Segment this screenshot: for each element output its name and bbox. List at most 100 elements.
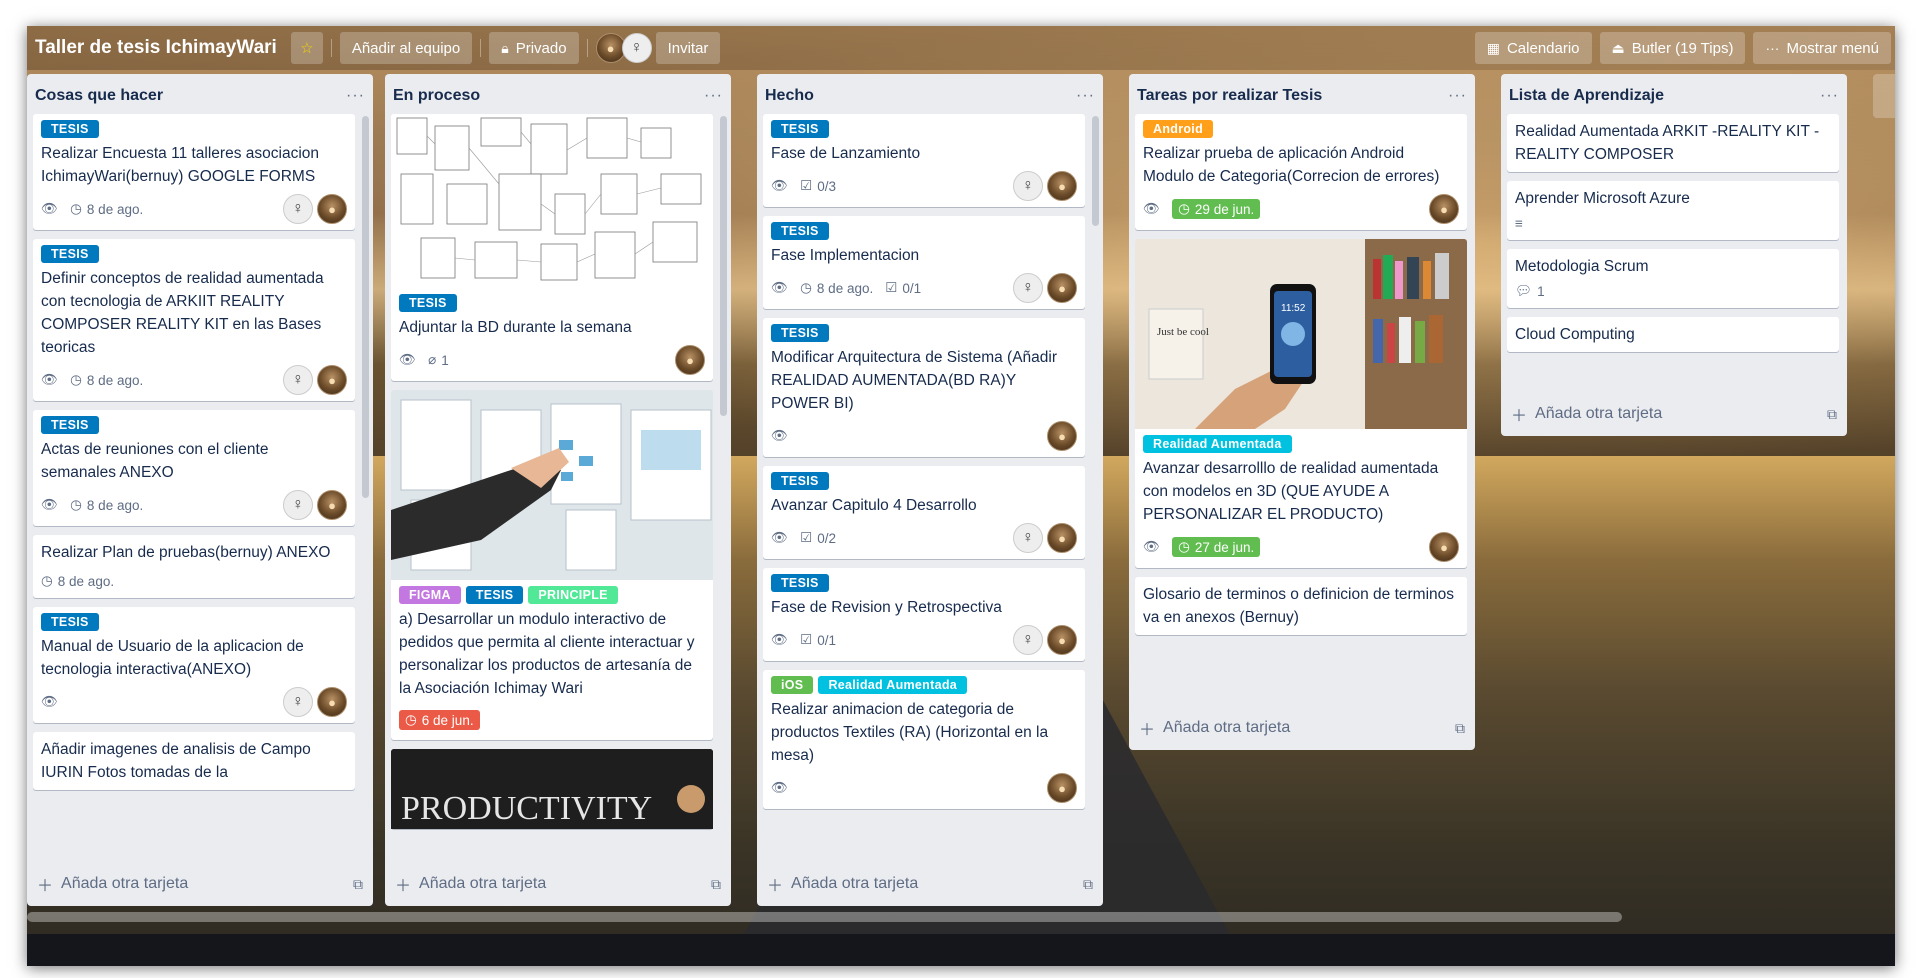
list-menu-icon[interactable]: ··· (1448, 87, 1467, 105)
due-date-text: 29 de jun. (1194, 201, 1255, 217)
card[interactable]: Cloud Computing (1507, 317, 1839, 352)
checkbox-icon: ☑ (885, 280, 898, 295)
list-scrollbar[interactable] (1092, 116, 1099, 226)
butler-button[interactable]: ⏏ Butler (19 Tips) (1599, 32, 1746, 64)
due-date-badge-complete[interactable]: ◷ 29 de jun. (1172, 199, 1261, 219)
avatar[interactable]: ● (1047, 171, 1077, 201)
due-date-badge-overdue[interactable]: ◷ 6 de jun. (399, 710, 480, 730)
card[interactable]: Aprender Microsoft Azure ≡ (1507, 181, 1839, 240)
invite-button[interactable]: Invitar (655, 32, 721, 64)
avatar[interactable]: ♀ (283, 687, 313, 717)
avatar[interactable]: ♀ (621, 33, 652, 63)
list-scrollbar[interactable] (362, 116, 369, 498)
card-members: ♀ ● (1013, 523, 1077, 553)
avatar[interactable]: ● (1047, 421, 1077, 451)
card[interactable]: TESIS Modificar Arquitectura de Sistema … (763, 318, 1085, 457)
avatar[interactable]: ● (1429, 194, 1459, 224)
avatar[interactable]: ♀ (283, 490, 313, 520)
card[interactable]: TESIS Actas de reuniones con el cliente … (33, 410, 355, 526)
avatar[interactable]: ● (675, 345, 705, 375)
avatar[interactable]: ● (1047, 773, 1077, 803)
card-template-icon[interactable]: ⧉ (1827, 406, 1837, 423)
card[interactable]: Metodologia Scrum 💬︎ 1 (1507, 249, 1839, 308)
list-tareas-por-realizar-tesis: Tareas por realizar Tesis ··· Android Re… (1129, 74, 1475, 750)
avatar[interactable]: ● (1047, 523, 1077, 553)
add-card-label: Añada otra tarjeta (1535, 405, 1663, 422)
horizontal-scrollbar[interactable] (27, 912, 1622, 922)
card[interactable]: TESIS Adjuntar la BD durante la semana 👁… (391, 114, 713, 381)
card-title: Manual de Usuario de la aplicacion de te… (41, 638, 304, 678)
card[interactable]: TESIS Fase de Lanzamiento 👁︎ ☑ 0/3 ♀ ● (763, 114, 1085, 207)
header-divider (586, 39, 588, 57)
card[interactable]: Realizar Plan de pruebas(bernuy) ANEXO ◷… (33, 535, 355, 598)
due-date-badge-complete[interactable]: ◷ 27 de jun. (1172, 537, 1261, 557)
card-cover-image (391, 114, 713, 288)
list-title[interactable]: Tareas por realizar Tesis (1137, 87, 1322, 105)
card-title: Aprender Microsoft Azure (1515, 190, 1690, 207)
privacy-button[interactable]: 🔒︎ Privado (489, 32, 579, 64)
avatar[interactable]: ♀ (283, 365, 313, 395)
calendar-button[interactable]: ▦ Calendario (1474, 32, 1592, 64)
card-template-icon[interactable]: ⧉ (1083, 876, 1093, 893)
planning-board-image (391, 390, 713, 580)
add-list-button[interactable] (1873, 74, 1895, 118)
card[interactable]: FIGMA TESIS PRINCIPLE a) Desarrollar un … (391, 390, 713, 740)
card[interactable]: TESIS Avanzar Capitulo 4 Desarrollo 👁︎ ☑… (763, 466, 1085, 559)
add-card-button[interactable]: ＋ Añada otra tarjeta ⧉ (1501, 392, 1847, 436)
card-title: Realizar Encuesta 11 talleres asociacion… (41, 145, 320, 185)
card-title: Definir conceptos de realidad aumentada … (41, 270, 324, 356)
card[interactable]: TESIS Manual de Usuario de la aplicacion… (33, 607, 355, 723)
card-template-icon[interactable]: ⧉ (1455, 720, 1465, 737)
avatar[interactable]: ♀ (1013, 171, 1043, 201)
list-menu-icon[interactable]: ··· (346, 87, 365, 105)
list-menu-icon[interactable]: ··· (704, 87, 723, 105)
avatar[interactable]: ● (1429, 532, 1459, 562)
add-card-button[interactable]: ＋ Añada otra tarjeta ⧉ (1129, 706, 1475, 750)
avatar[interactable]: ♀ (1013, 273, 1043, 303)
add-card-button[interactable]: ＋ Añada otra tarjeta ⧉ (385, 862, 731, 906)
card[interactable]: Glosario de terminos o definicion de ter… (1135, 577, 1467, 635)
card-badges: 👁︎ ☑ 0/2 ♀ ● (771, 523, 1077, 553)
avatar[interactable]: ♀ (1013, 625, 1043, 655)
show-menu-button[interactable]: ··· Mostrar menú (1753, 32, 1891, 64)
avatar[interactable]: ♀ (283, 194, 313, 224)
avatar[interactable]: ● (317, 194, 347, 224)
card[interactable]: Android Realizar prueba de aplicación An… (1135, 114, 1467, 230)
card[interactable]: TESIS Fase Implementacion 👁︎ ◷ 8 de ago. … (763, 216, 1085, 309)
card[interactable]: iOS Realidad Aumentada Realizar animacio… (763, 670, 1085, 809)
card-members: ♀ ● (283, 687, 347, 717)
star-button[interactable]: ☆ (290, 32, 323, 64)
list-menu-icon[interactable]: ··· (1820, 87, 1839, 105)
card-template-icon[interactable]: ⧉ (711, 876, 721, 893)
label-tesis: TESIS (771, 574, 829, 592)
due-date-badge: ◷ 8 de ago. (70, 201, 143, 217)
add-team-button[interactable]: Añadir al equipo (339, 32, 473, 64)
list-title[interactable]: Cosas que hacer (35, 87, 163, 105)
list-menu-icon[interactable]: ··· (1076, 87, 1095, 105)
card-badges: 👁︎ ◷ 8 de ago. ♀ ● (41, 194, 347, 224)
card[interactable]: TESIS Definir conceptos de realidad aume… (33, 239, 355, 401)
add-card-button[interactable]: ＋ Añada otra tarjeta ⧉ (757, 862, 1103, 906)
list-scrollbar[interactable] (720, 116, 727, 416)
avatar[interactable]: ● (317, 687, 347, 717)
card[interactable]: TESIS Fase de Revision y Retrospectiva 👁… (763, 568, 1085, 661)
list-hecho: Hecho ··· TESIS Fase de Lanzamiento 👁︎ ☑… (757, 74, 1103, 906)
card-members: ♀ ● (283, 365, 347, 395)
add-card-button[interactable]: ＋ Añada otra tarjeta ⧉ (27, 862, 373, 906)
list-title[interactable]: En proceso (393, 87, 480, 105)
avatar[interactable]: ● (1047, 273, 1077, 303)
card[interactable]: Añadir imagenes de analisis de Campo IUR… (33, 732, 355, 790)
card[interactable]: PRODUCTIVITY (391, 749, 713, 829)
avatar[interactable]: ● (317, 490, 347, 520)
board-title[interactable]: Taller de tesis IchimayWari (29, 31, 283, 65)
card[interactable]: Realidad Aumentada ARKIT -REALITY KIT -R… (1507, 114, 1839, 172)
avatar[interactable]: ♀ (1013, 523, 1043, 553)
card[interactable]: Just be cool 11:52 Realidad Aumentada Av… (1135, 239, 1467, 568)
list-title[interactable]: Hecho (765, 87, 814, 105)
avatar[interactable]: ● (317, 365, 347, 395)
avatar[interactable]: ● (1047, 625, 1077, 655)
card-labels: TESIS (771, 574, 1077, 592)
card-template-icon[interactable]: ⧉ (353, 876, 363, 893)
card[interactable]: TESIS Realizar Encuesta 11 talleres asoc… (33, 114, 355, 230)
list-title[interactable]: Lista de Aprendizaje (1509, 87, 1664, 105)
